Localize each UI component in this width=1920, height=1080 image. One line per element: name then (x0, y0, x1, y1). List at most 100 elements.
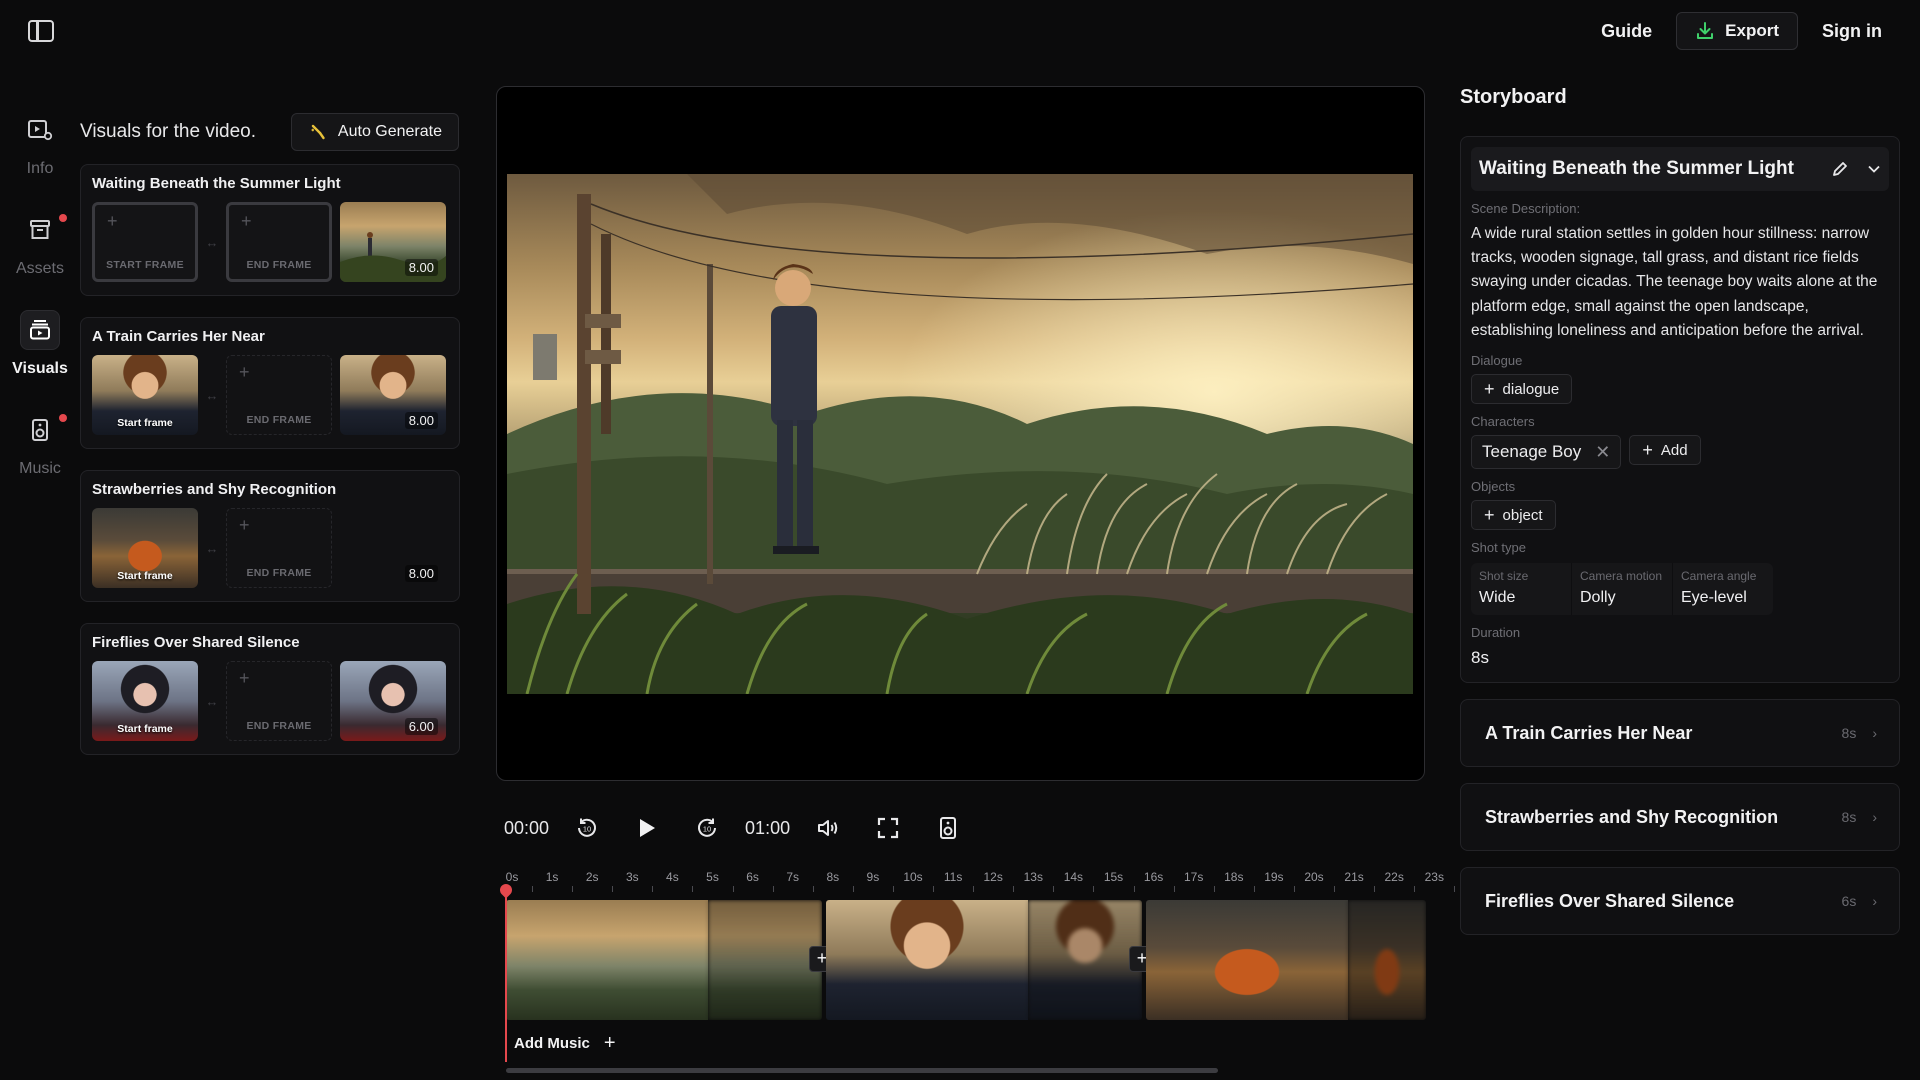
auto-generate-button[interactable]: Auto Generate (290, 113, 459, 151)
timeline[interactable]: 0s 1s 2s 3s 4s 5s 6s 7s 8s 9s 10s 11s 12s 13s 14s 15s 16… (496, 864, 1456, 1074)
duration-value[interactable]: 8s (1471, 648, 1889, 668)
timeline-clip[interactable] (826, 900, 1142, 1020)
scene-card[interactable]: Strawberries and Shy Recognition Start f… (80, 470, 460, 602)
ruler-tick (1093, 886, 1095, 892)
start-frame-label: Start frame (117, 417, 173, 429)
ruler-tick-label: 5s (706, 870, 719, 884)
play-button[interactable] (625, 808, 669, 848)
storyboard-scene-item[interactable]: Strawberries and Shy Recognition 8s › (1460, 783, 1900, 852)
ruler-tick-label: 12s (983, 870, 1003, 884)
add-dialogue-label: dialogue (1502, 380, 1560, 398)
sidebar-toggle-icon[interactable] (28, 20, 54, 42)
start-frame-slot[interactable]: Start frame (92, 508, 198, 588)
ruler-tick-label: 3s (625, 870, 639, 884)
rewind-10-button[interactable]: 10 (565, 808, 609, 848)
link-arrow-icon: ↔ (205, 234, 219, 250)
plus-icon: + (239, 515, 250, 535)
visuals-title: Visuals for the video. (80, 121, 257, 142)
storyboard-item-meta: 6s › (1842, 893, 1877, 909)
add-object-button[interactable]: + object (1471, 500, 1556, 531)
start-frame-slot[interactable]: Start frame (92, 661, 198, 741)
end-frame-slot[interactable]: + END FRAME (226, 661, 332, 741)
end-frame-slot[interactable]: + END FRAME (226, 508, 332, 588)
end-frame-slot[interactable]: + END FRAME (226, 202, 332, 282)
ruler-tick-label: 19s (1264, 870, 1284, 884)
scene-description[interactable]: A wide rural station settles in golden h… (1471, 222, 1889, 343)
camera-motion-select[interactable]: Camera motion Dolly (1572, 563, 1673, 616)
timeline-scrollbar[interactable] (506, 1068, 1218, 1073)
storyboard-item-title: A Train Carries Her Near (1485, 722, 1693, 743)
guide-link[interactable]: Guide (1595, 13, 1658, 50)
scene-name: Fireflies Over Shared Silence (92, 634, 300, 651)
start-frame-slot[interactable]: + START FRAME (92, 202, 198, 282)
scene-thumbnail[interactable]: 6.00 (340, 661, 446, 741)
chevron-right-icon: › (1872, 893, 1877, 910)
scene-card[interactable]: Waiting Beneath the Summer Light + START… (80, 164, 460, 296)
plus-icon: + (1642, 439, 1653, 460)
play-icon (640, 819, 656, 837)
scene-thumbnail[interactable]: 8.00 (340, 355, 446, 435)
shot-size-select[interactable]: Shot size Wide (1471, 563, 1572, 616)
video-preview[interactable] (496, 86, 1425, 781)
rewind-10-icon: 10 (578, 818, 597, 837)
timeline-clip[interactable] (506, 900, 822, 1020)
export-button[interactable]: Export (1676, 12, 1798, 50)
edit-icon[interactable] (1831, 160, 1849, 178)
character-chip[interactable]: Teenage Boy ✕ (1471, 435, 1622, 470)
add-character-button[interactable]: + Add (1629, 435, 1701, 466)
magic-wand-icon (311, 124, 325, 140)
sign-in-link[interactable]: Sign in (1816, 13, 1888, 50)
forward-10-button[interactable]: 10 (685, 808, 729, 848)
plus-icon: + (1484, 378, 1495, 399)
ruler-tick (1053, 886, 1055, 892)
volume-icon (818, 820, 838, 836)
ruler-tick (1133, 886, 1135, 892)
ruler-tick (1374, 886, 1376, 892)
end-frame-slot[interactable]: + END FRAME (226, 355, 332, 435)
characters-label: Characters (1471, 414, 1535, 430)
volume-button[interactable] (806, 808, 850, 848)
nav-item-assets[interactable]: Assets (0, 210, 80, 310)
audio-device-button[interactable] (926, 808, 970, 848)
preview-frame-image (507, 174, 1413, 694)
fullscreen-button[interactable] (866, 808, 910, 848)
active-scene-header[interactable]: Waiting Beneath the Summer Light (1471, 147, 1889, 191)
scene-thumbnail-empty[interactable]: 8.00 (340, 508, 446, 588)
video-track: + + (506, 900, 1426, 1020)
chevron-down-icon[interactable] (1867, 162, 1881, 176)
scene-duration: 8.00 (404, 565, 438, 582)
start-frame-label: Start frame (117, 570, 173, 582)
nav-item-info[interactable]: Info (0, 110, 80, 210)
nav-item-visuals[interactable]: Visuals (0, 310, 80, 410)
add-music-button[interactable]: Add Music + (514, 1032, 616, 1055)
scene-card[interactable]: Fireflies Over Shared Silence Start fram… (80, 623, 460, 755)
plus-icon: + (603, 1032, 616, 1054)
storyboard-item-meta: 8s › (1842, 725, 1877, 741)
end-frame-label: END FRAME (246, 259, 312, 271)
storyboard-scene-item[interactable]: Fireflies Over Shared Silence 6s › (1460, 867, 1900, 936)
scene-thumbnail[interactable]: 8.00 (340, 202, 446, 282)
close-icon[interactable]: ✕ (1595, 442, 1610, 463)
plus-icon: + (239, 362, 250, 382)
ruler-tick-label: 18s (1224, 870, 1244, 884)
nav-item-music[interactable]: Music (0, 410, 80, 510)
end-frame-label: END FRAME (246, 567, 312, 579)
add-dialogue-button[interactable]: + dialogue (1471, 374, 1573, 405)
camera-angle-select[interactable]: Camera angle Eye-level (1673, 563, 1773, 615)
storyboard-item-duration: 6s (1841, 893, 1857, 910)
scene-frames: Start frame ↔ + END FRAME 8.00 (92, 508, 448, 588)
preview-illustration (507, 174, 1413, 694)
top-bar: Guide Export Sign in (0, 0, 1920, 64)
start-frame-slot[interactable]: Start frame (92, 355, 198, 435)
scene-card[interactable]: A Train Carries Her Near Start frame ↔ +… (80, 317, 460, 449)
storyboard-scene-item[interactable]: A Train Carries Her Near 8s › (1460, 699, 1900, 768)
ruler-tick-label: 23s (1424, 870, 1444, 884)
storyboard-item-duration: 8s (1841, 809, 1857, 826)
camera-motion-key: Camera motion (1580, 569, 1663, 584)
timeline-clip[interactable] (1146, 900, 1426, 1020)
start-frame-label: START FRAME (106, 259, 184, 271)
ruler-tick (652, 886, 654, 892)
playhead[interactable] (505, 886, 507, 1062)
ruler-tick (772, 886, 774, 892)
ruler-tick-label: 13s (1023, 870, 1043, 884)
